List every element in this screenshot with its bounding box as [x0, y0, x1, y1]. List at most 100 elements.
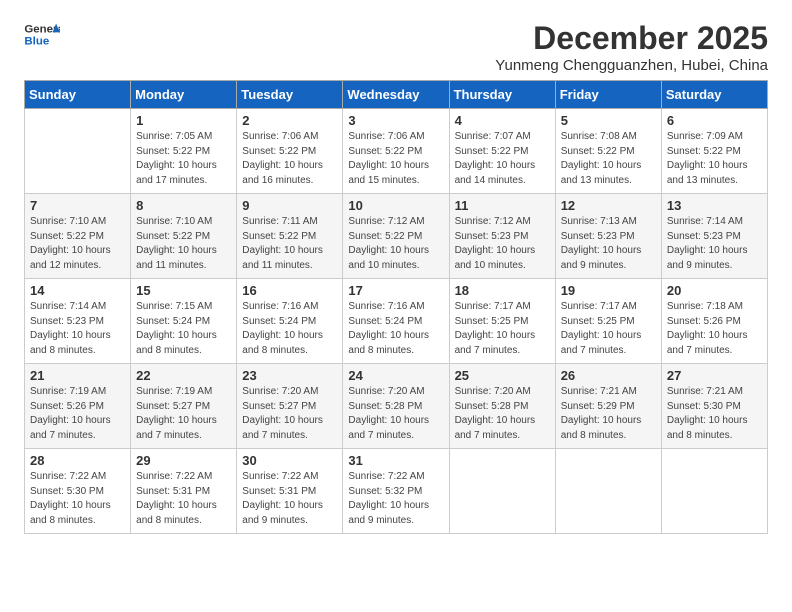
day-number: 23 [242, 368, 337, 383]
day-number: 10 [348, 198, 443, 213]
calendar-cell: 23Sunrise: 7:20 AM Sunset: 5:27 PM Dayli… [237, 364, 343, 449]
day-info: Sunrise: 7:08 AM Sunset: 5:22 PM Dayligh… [561, 130, 656, 188]
weekday-header-tuesday: Tuesday [237, 81, 343, 109]
day-number: 27 [667, 368, 762, 383]
day-info: Sunrise: 7:07 AM Sunset: 5:22 PM Dayligh… [455, 130, 550, 188]
day-info: Sunrise: 7:20 AM Sunset: 5:28 PM Dayligh… [348, 385, 443, 443]
calendar-cell: 11Sunrise: 7:12 AM Sunset: 5:23 PM Dayli… [449, 194, 555, 279]
calendar-cell: 20Sunrise: 7:18 AM Sunset: 5:26 PM Dayli… [661, 279, 767, 364]
day-info: Sunrise: 7:14 AM Sunset: 5:23 PM Dayligh… [30, 300, 125, 358]
calendar-cell: 4 Sunrise: 7:07 AM Sunset: 5:22 PM Daylig… [449, 109, 555, 194]
title-block: December 2025 Yunmeng Chengguanzhen, Hub… [495, 20, 768, 74]
day-info: Sunrise: 7:16 AM Sunset: 5:24 PM Dayligh… [242, 300, 337, 358]
day-number: 16 [242, 283, 337, 298]
calendar-cell: 17Sunrise: 7:16 AM Sunset: 5:24 PM Dayli… [343, 279, 449, 364]
calendar-cell: 6 Sunrise: 7:09 AM Sunset: 5:22 PM Daylig… [661, 109, 767, 194]
day-info: Sunrise: 7:09 AM Sunset: 5:22 PM Dayligh… [667, 130, 762, 188]
day-number: 6 [667, 113, 762, 128]
calendar-table: SundayMondayTuesdayWednesdayThursdayFrid… [24, 80, 768, 534]
calendar-cell: 10 Sunrise: 7:12 AM Sunset: 5:22 PM Dayli… [343, 194, 449, 279]
day-info: Sunrise: 7:06 AM Sunset: 5:22 PM Dayligh… [242, 130, 337, 188]
week-row-1: 1 Sunrise: 7:05 AM Sunset: 5:22 PM Daylig… [25, 109, 768, 194]
calendar-cell: 7 Sunrise: 7:10 AM Sunset: 5:22 PM Daylig… [25, 194, 131, 279]
location: Yunmeng Chengguanzhen, Hubei, China [495, 57, 768, 74]
day-info: Sunrise: 7:22 AM Sunset: 5:31 PM Dayligh… [136, 470, 231, 528]
calendar-cell: 29 Sunrise: 7:22 AM Sunset: 5:31 PM Dayli… [131, 449, 237, 534]
weekday-header-friday: Friday [555, 81, 661, 109]
weekday-header-thursday: Thursday [449, 81, 555, 109]
day-info: Sunrise: 7:15 AM Sunset: 5:24 PM Dayligh… [136, 300, 231, 358]
calendar-cell: 14Sunrise: 7:14 AM Sunset: 5:23 PM Dayli… [25, 279, 131, 364]
page-header: General Blue December 2025 Yunmeng Cheng… [24, 20, 768, 74]
month-year: December 2025 [495, 20, 768, 57]
day-info: Sunrise: 7:19 AM Sunset: 5:27 PM Dayligh… [136, 385, 231, 443]
calendar-cell: 21 Sunrise: 7:19 AM Sunset: 5:26 PM Dayli… [25, 364, 131, 449]
day-number: 30 [242, 453, 337, 468]
calendar-cell: 31 Sunrise: 7:22 AM Sunset: 5:32 PM Dayli… [343, 449, 449, 534]
calendar-cell: 25 Sunrise: 7:20 AM Sunset: 5:28 PM Dayli… [449, 364, 555, 449]
week-row-4: 21 Sunrise: 7:19 AM Sunset: 5:26 PM Dayli… [25, 364, 768, 449]
day-info: Sunrise: 7:21 AM Sunset: 5:30 PM Dayligh… [667, 385, 762, 443]
calendar-cell [449, 449, 555, 534]
day-number: 4 [455, 113, 550, 128]
day-number: 31 [348, 453, 443, 468]
weekday-header-sunday: Sunday [25, 81, 131, 109]
weekday-header-wednesday: Wednesday [343, 81, 449, 109]
svg-text:Blue: Blue [24, 36, 49, 48]
calendar-cell: 9 Sunrise: 7:11 AM Sunset: 5:22 PM Daylig… [237, 194, 343, 279]
day-info: Sunrise: 7:17 AM Sunset: 5:25 PM Dayligh… [561, 300, 656, 358]
day-number: 13 [667, 198, 762, 213]
calendar-cell [661, 449, 767, 534]
day-info: Sunrise: 7:10 AM Sunset: 5:22 PM Dayligh… [136, 215, 231, 273]
day-info: Sunrise: 7:19 AM Sunset: 5:26 PM Dayligh… [30, 385, 125, 443]
day-number: 2 [242, 113, 337, 128]
weekday-header-saturday: Saturday [661, 81, 767, 109]
calendar-cell: 24Sunrise: 7:20 AM Sunset: 5:28 PM Dayli… [343, 364, 449, 449]
day-info: Sunrise: 7:20 AM Sunset: 5:28 PM Dayligh… [455, 385, 550, 443]
day-number: 15 [136, 283, 231, 298]
calendar-cell: 22Sunrise: 7:19 AM Sunset: 5:27 PM Dayli… [131, 364, 237, 449]
day-number: 17 [348, 283, 443, 298]
day-number: 25 [455, 368, 550, 383]
day-number: 3 [348, 113, 443, 128]
calendar-cell: 30 Sunrise: 7:22 AM Sunset: 5:31 PM Dayli… [237, 449, 343, 534]
day-info: Sunrise: 7:13 AM Sunset: 5:23 PM Dayligh… [561, 215, 656, 273]
day-info: Sunrise: 7:18 AM Sunset: 5:26 PM Dayligh… [667, 300, 762, 358]
week-row-2: 7 Sunrise: 7:10 AM Sunset: 5:22 PM Daylig… [25, 194, 768, 279]
calendar-cell: 5Sunrise: 7:08 AM Sunset: 5:22 PM Daylig… [555, 109, 661, 194]
logo-icon: General Blue [24, 20, 60, 50]
day-info: Sunrise: 7:11 AM Sunset: 5:22 PM Dayligh… [242, 215, 337, 273]
week-row-3: 14Sunrise: 7:14 AM Sunset: 5:23 PM Dayli… [25, 279, 768, 364]
calendar-cell: 12 Sunrise: 7:13 AM Sunset: 5:23 PM Dayli… [555, 194, 661, 279]
day-info: Sunrise: 7:12 AM Sunset: 5:22 PM Dayligh… [348, 215, 443, 273]
day-info: Sunrise: 7:10 AM Sunset: 5:22 PM Dayligh… [30, 215, 125, 273]
day-info: Sunrise: 7:05 AM Sunset: 5:22 PM Dayligh… [136, 130, 231, 188]
calendar-cell: 13 Sunrise: 7:14 AM Sunset: 5:23 PM Dayli… [661, 194, 767, 279]
day-number: 18 [455, 283, 550, 298]
day-info: Sunrise: 7:22 AM Sunset: 5:31 PM Dayligh… [242, 470, 337, 528]
week-row-5: 28Sunrise: 7:22 AM Sunset: 5:30 PM Dayli… [25, 449, 768, 534]
calendar-cell: 28Sunrise: 7:22 AM Sunset: 5:30 PM Dayli… [25, 449, 131, 534]
day-number: 21 [30, 368, 125, 383]
weekday-header-monday: Monday [131, 81, 237, 109]
calendar-cell: 27 Sunrise: 7:21 AM Sunset: 5:30 PM Dayli… [661, 364, 767, 449]
day-info: Sunrise: 7:21 AM Sunset: 5:29 PM Dayligh… [561, 385, 656, 443]
calendar-cell: 2 Sunrise: 7:06 AM Sunset: 5:22 PM Daylig… [237, 109, 343, 194]
calendar-cell: 8Sunrise: 7:10 AM Sunset: 5:22 PM Daylig… [131, 194, 237, 279]
weekday-header-row: SundayMondayTuesdayWednesdayThursdayFrid… [25, 81, 768, 109]
day-info: Sunrise: 7:06 AM Sunset: 5:22 PM Dayligh… [348, 130, 443, 188]
day-number: 26 [561, 368, 656, 383]
day-number: 7 [30, 198, 125, 213]
day-info: Sunrise: 7:22 AM Sunset: 5:32 PM Dayligh… [348, 470, 443, 528]
day-info: Sunrise: 7:17 AM Sunset: 5:25 PM Dayligh… [455, 300, 550, 358]
day-number: 29 [136, 453, 231, 468]
calendar-cell: 19Sunrise: 7:17 AM Sunset: 5:25 PM Dayli… [555, 279, 661, 364]
day-number: 12 [561, 198, 656, 213]
calendar-cell: 15 Sunrise: 7:15 AM Sunset: 5:24 PM Dayli… [131, 279, 237, 364]
logo: General Blue [24, 20, 60, 50]
day-number: 28 [30, 453, 125, 468]
day-info: Sunrise: 7:14 AM Sunset: 5:23 PM Dayligh… [667, 215, 762, 273]
day-number: 9 [242, 198, 337, 213]
day-number: 1 [136, 113, 231, 128]
calendar-cell [555, 449, 661, 534]
